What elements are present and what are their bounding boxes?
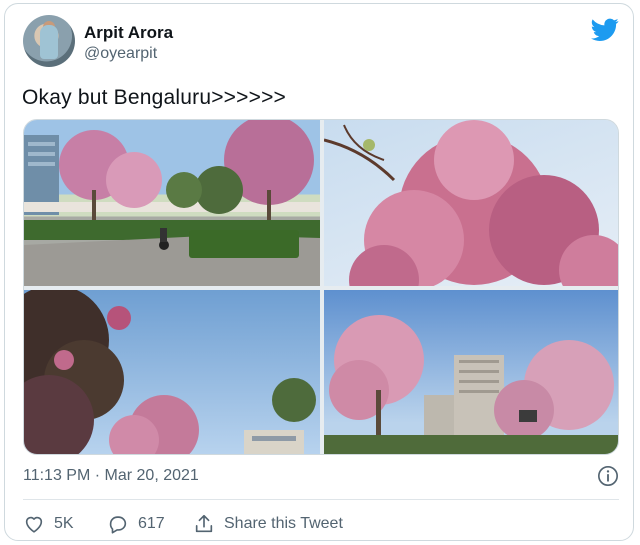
- author-handle[interactable]: @oyearpit: [84, 45, 157, 63]
- photo-pink-trees-street[interactable]: [24, 120, 320, 286]
- tweet-actions: 5K 617 Share this Tweet: [23, 509, 619, 539]
- reply-button[interactable]: 617: [107, 509, 165, 539]
- share-upload-icon: [195, 514, 213, 533]
- author-name[interactable]: Arpit Arora: [84, 23, 173, 43]
- reply-bubble-icon: [109, 516, 127, 534]
- share-label: Share this Tweet: [224, 515, 343, 532]
- like-count: 5K: [54, 515, 74, 532]
- avatar[interactable]: [23, 15, 75, 67]
- tweet-card: Arpit Arora @oyearpit Okay but Bengaluru…: [4, 3, 634, 541]
- info-icon[interactable]: [597, 465, 619, 487]
- divider: [23, 499, 619, 500]
- tweet-timestamp[interactable]: 11:13 PM · Mar 20, 2021: [23, 467, 199, 485]
- photo-pink-blossom-sky[interactable]: [24, 290, 320, 454]
- tweet-media-grid[interactable]: [23, 119, 619, 455]
- tweet-text: Okay but Bengaluru>>>>>>: [22, 86, 286, 109]
- reply-count: 617: [138, 515, 165, 532]
- share-button[interactable]: Share this Tweet: [193, 509, 343, 539]
- twitter-bird-icon[interactable]: [591, 18, 619, 42]
- heart-icon: [25, 516, 43, 533]
- photo-pink-trees-buildings[interactable]: [324, 290, 618, 454]
- photo-pink-blossom-closeup[interactable]: [324, 120, 618, 286]
- like-button[interactable]: 5K: [23, 509, 74, 539]
